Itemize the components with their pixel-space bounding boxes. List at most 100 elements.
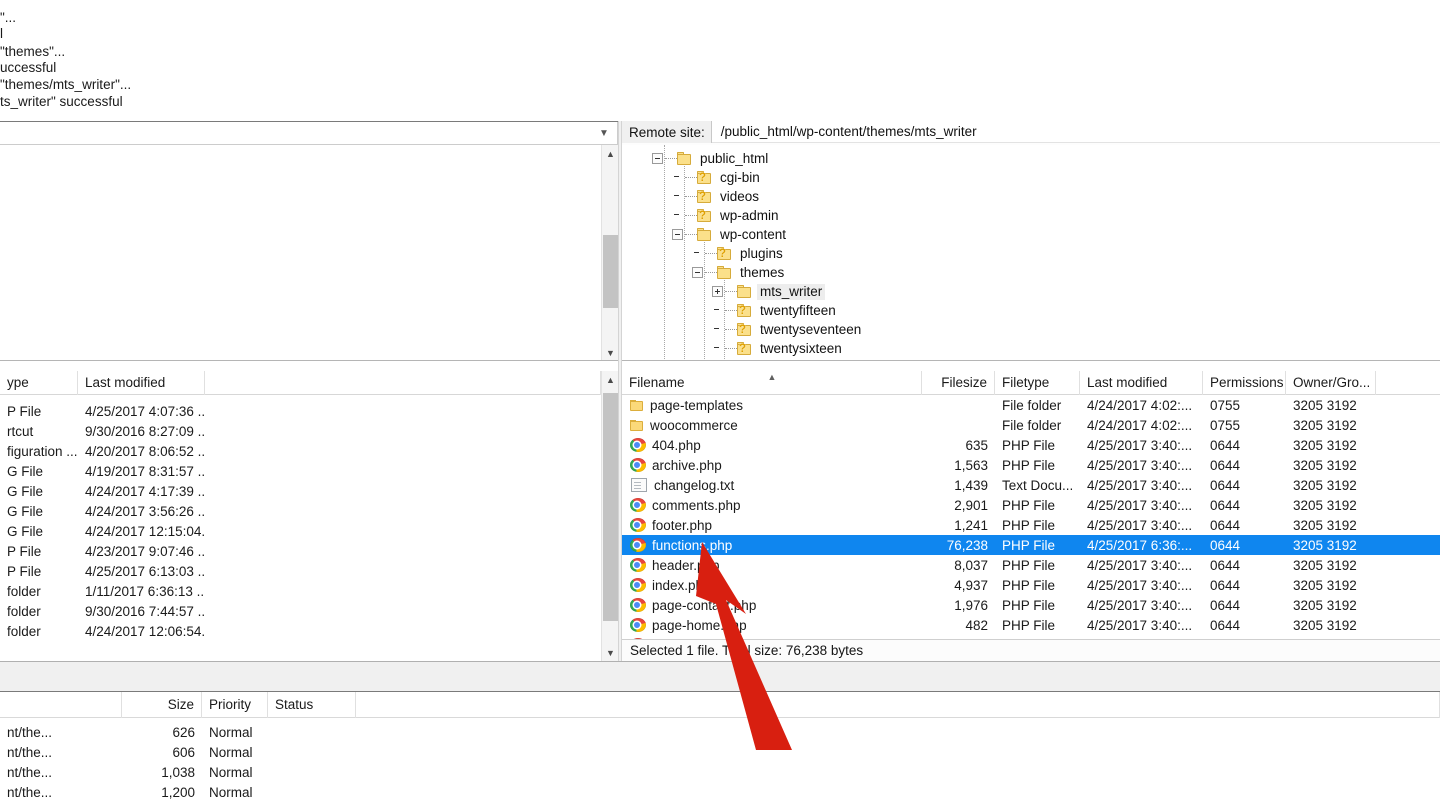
collapse-icon[interactable]	[692, 267, 703, 278]
tree-node-public_html[interactable]: public_html	[622, 149, 1440, 168]
collapse-icon[interactable]	[672, 229, 683, 240]
queue-row[interactable]: nt/the... 1,200 Normal	[0, 782, 1440, 802]
column-header-cell[interactable]: Last modified	[1080, 371, 1203, 395]
column-header-cell[interactable]	[0, 692, 122, 718]
queue-row[interactable]: nt/the... 1,038 Normal	[0, 762, 1440, 782]
table-row[interactable]: G File 4/24/2017 3:56:26 ...	[0, 501, 618, 521]
remote-site-path-input[interactable]: /public_html/wp-content/themes/mts_write…	[711, 121, 1440, 143]
cell-size: 1,563	[954, 457, 988, 473]
cell-type: PHP File	[1002, 457, 1056, 473]
column-header-cell[interactable]: Last modified	[78, 371, 205, 395]
table-row[interactable]: G File 4/24/2017 12:15:04...	[0, 521, 618, 541]
column-header-cell[interactable]	[356, 692, 1440, 718]
table-row[interactable]: comments.php 2,901 PHP File 4/25/2017 3:40:…	[622, 495, 1440, 515]
table-row[interactable]: index.php 4,937 PHP File 4/25/2017 3:40:...…	[622, 575, 1440, 595]
local-directory-tree[interactable]: ▲ ▼	[0, 145, 618, 361]
cell-perms: 0644	[1210, 497, 1241, 513]
column-header-cell[interactable]: Status	[268, 692, 356, 718]
cell-perms: 0644	[1210, 517, 1241, 533]
remote-list-column-header[interactable]: Filename ▲ Filesize Filetype Last modified Pe…	[622, 371, 1440, 395]
scroll-down-icon[interactable]: ▼	[602, 344, 618, 360]
table-row[interactable]: figuration ... 4/20/2017 8:06:52 ...	[0, 441, 618, 461]
local-site-combobox[interactable]: ▼	[0, 122, 618, 145]
remote-file-list[interactable]: Filename ▲ Filesize Filetype Last modified Pe…	[622, 371, 1440, 661]
table-row[interactable]: page-templates File folder 4/24/2017 4:02:…	[622, 395, 1440, 415]
table-row[interactable]: folder 4/24/2017 12:06:54...	[0, 621, 618, 641]
column-header-label: Filename	[629, 375, 685, 390]
tree-spacer	[712, 324, 723, 335]
table-row[interactable]: archive.php 1,563 PHP File 4/25/2017 3:40:.…	[622, 455, 1440, 475]
table-row[interactable]: page-home.php 482 PHP File 4/25/2017 3:40:.…	[622, 615, 1440, 635]
local-list-column-header[interactable]: ype Last modified	[0, 371, 618, 395]
chevron-down-icon[interactable]: ▼	[596, 122, 612, 144]
cell-perms: 0644	[1210, 597, 1241, 613]
tree-node-twentysixteen[interactable]: ? twentysixteen	[622, 339, 1440, 358]
tree-node-wp-admin[interactable]: ? wp-admin	[622, 206, 1440, 225]
transfer-queue-panel[interactable]: Size Priority Status nt/the... 626 Normal nt/…	[0, 692, 1440, 809]
column-header-cell[interactable]	[205, 371, 601, 395]
column-header-cell[interactable]: Filetype	[995, 371, 1080, 395]
column-header-cell[interactable]: Priority	[202, 692, 268, 718]
local-file-list[interactable]: ype Last modified P File 4/25/2017 4:07:36…	[0, 371, 618, 661]
column-header-cell[interactable]: Owner/Gro...	[1286, 371, 1376, 395]
table-row[interactable]: rtcut 9/30/2016 8:27:09 ...	[0, 421, 618, 441]
column-header-cell[interactable]: Size	[122, 692, 202, 718]
cell-modified: 4/25/2017 3:40:...	[1087, 577, 1193, 593]
table-row[interactable]: G File 4/19/2017 8:31:57 ...	[0, 461, 618, 481]
chrome-file-icon	[630, 498, 646, 512]
column-header-cell[interactable]: ype	[0, 371, 78, 395]
collapse-icon[interactable]	[652, 153, 663, 164]
expand-icon[interactable]	[712, 286, 723, 297]
table-row[interactable]: changelog.txt 1,439 Text Docu... 4/25/2017 …	[622, 475, 1440, 495]
cell-filename: archive.php	[622, 455, 922, 475]
local-list-scrollbar[interactable]: ▲ ▼	[601, 371, 618, 661]
tree-node-videos[interactable]: ? videos	[622, 187, 1440, 206]
tree-node-label: themes	[740, 264, 785, 280]
queue-splitter[interactable]	[0, 661, 1440, 692]
tree-node-plugins[interactable]: ? plugins	[622, 244, 1440, 263]
scroll-thumb[interactable]	[603, 393, 618, 621]
cell-type: PHP File	[1002, 497, 1056, 513]
table-row[interactable]: folder 1/11/2017 6:36:13 ...	[0, 581, 618, 601]
table-row[interactable]: P File 4/25/2017 6:13:03 ...	[0, 561, 618, 581]
tree-node-cgi-bin[interactable]: ? cgi-bin	[622, 168, 1440, 187]
table-row[interactable]: P File 4/25/2017 4:07:36 ...	[0, 401, 618, 421]
folder-unknown-icon: ?	[697, 209, 712, 222]
cell-filetype: G File	[7, 463, 44, 479]
cell-filename: page-templates	[622, 395, 922, 415]
local-tree-scrollbar[interactable]: ▲ ▼	[601, 145, 618, 360]
column-header-cell[interactable]: Filename ▲	[622, 371, 922, 395]
queue-row[interactable]: nt/the... 606 Normal	[0, 742, 1440, 762]
filezilla-window: "... l "themes"... uccessful "themes/mts_wri…	[0, 0, 1440, 809]
message-log-panel[interactable]: "... l "themes"... uccessful "themes/mts_wri…	[0, 0, 1440, 121]
scroll-up-icon[interactable]: ▲	[602, 145, 618, 162]
table-row[interactable]: G File 4/24/2017 4:17:39 ...	[0, 481, 618, 501]
table-row[interactable]: functions.php 76,238 PHP File 4/25/2017 6:3…	[622, 535, 1440, 555]
cell-size: 76,238	[946, 537, 988, 553]
table-row[interactable]: footer.php 1,241 PHP File 4/25/2017 3:40:..…	[622, 515, 1440, 535]
column-header-cell[interactable]: Permissions	[1203, 371, 1286, 395]
tree-node-wp-content[interactable]: wp-content	[622, 225, 1440, 244]
queue-column-header[interactable]: Size Priority Status	[0, 692, 1440, 718]
column-header-cell[interactable]: Filesize	[922, 371, 995, 395]
tree-node-mts_writer[interactable]: mts_writer	[622, 282, 1440, 301]
table-row[interactable]: 404.php 635 PHP File 4/25/2017 3:40:... 0644…	[622, 435, 1440, 455]
filename-label: changelog.txt	[654, 477, 735, 493]
cell-modified: 1/11/2017 6:36:13 ...	[85, 583, 205, 599]
queue-row[interactable]: nt/the... 626 Normal	[0, 722, 1440, 742]
cell-size: 1,038	[161, 764, 195, 780]
tree-connector	[725, 310, 737, 311]
table-row[interactable]: woocommerce File folder 4/24/2017 4:02:...…	[622, 415, 1440, 435]
tree-node-twentyseventeen[interactable]: ? twentyseventeen	[622, 320, 1440, 339]
tree-node-themes[interactable]: themes	[622, 263, 1440, 282]
scroll-thumb[interactable]	[603, 235, 618, 308]
table-row[interactable]: page-contact.php 1,976 PHP File 4/25/2017 3…	[622, 595, 1440, 615]
scroll-up-icon[interactable]: ▲	[602, 371, 618, 388]
tree-connector	[725, 329, 737, 330]
table-row[interactable]: header.php 8,037 PHP File 4/25/2017 3:40:..…	[622, 555, 1440, 575]
tree-node-twentyfifteen[interactable]: ? twentyfifteen	[622, 301, 1440, 320]
table-row[interactable]: folder 9/30/2016 7:44:57 ...	[0, 601, 618, 621]
remote-directory-tree[interactable]: public_html? cgi-bin? videos? wp-admin wp-co…	[622, 145, 1440, 361]
scroll-down-icon[interactable]: ▼	[602, 644, 618, 661]
table-row[interactable]: P File 4/23/2017 9:07:46 ...	[0, 541, 618, 561]
